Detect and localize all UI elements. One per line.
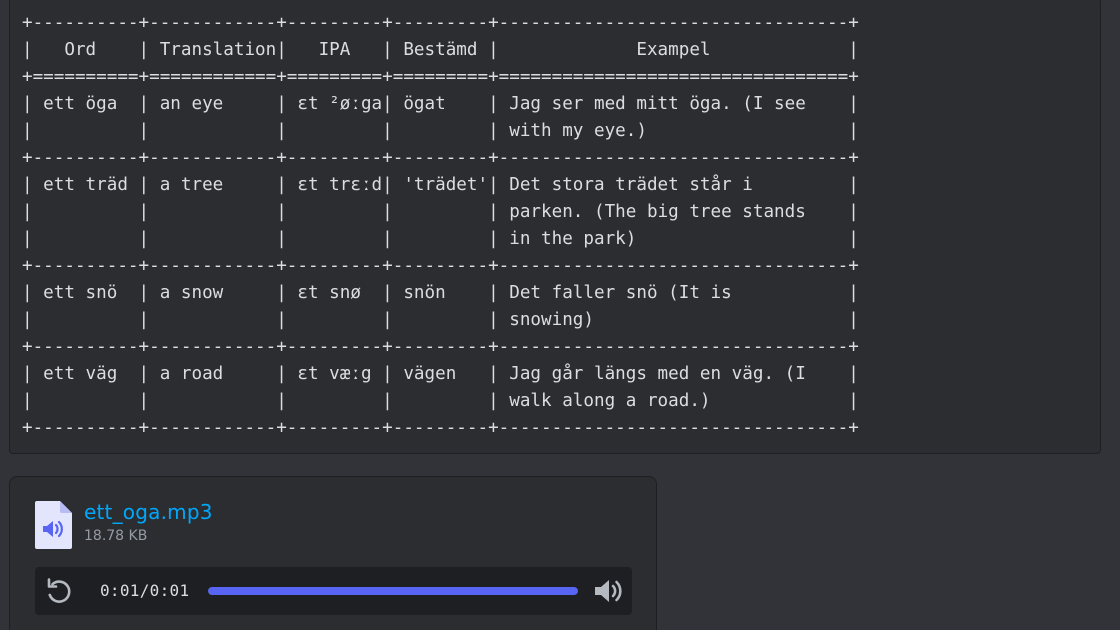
code-line: | ett snö | a snow | ɛt snø | snön | Det… [22,283,859,303]
file-name-link[interactable]: ett_oga.mp3 [84,500,213,524]
audio-file-icon[interactable] [35,501,72,549]
code-line: | | | | | with my eye.) | [22,121,859,141]
code-line: | ett väg | a road | ɛt væːg | vägen | J… [22,364,859,384]
progress-fill [208,587,578,595]
replay-icon[interactable] [43,575,75,607]
code-line: +----------+------------+---------+-----… [22,148,859,168]
time-display: 0:01/0:01 [100,581,190,600]
code-line: +----------+------------+---------+-----… [22,256,859,276]
volume-icon[interactable] [592,575,624,607]
progress-bar[interactable] [208,587,578,595]
code-line: +----------+------------+---------+-----… [22,13,859,33]
ascii-table: +----------+------------+---------+-----… [22,10,859,442]
chat-view: +----------+------------+---------+-----… [0,0,1120,630]
audio-player: 0:01/0:01 [35,567,632,615]
code-block: +----------+------------+---------+-----… [9,0,1101,454]
code-line: | ett öga | an eye | ɛt ²øːga| ögat | Ja… [22,94,859,114]
code-line: | ett träd | a tree | ɛt trɛːd| 'trädet'… [22,175,859,195]
code-line: | | | | | parken. (The big tree stands | [22,202,859,222]
code-line: | | | | | walk along a road.) | [22,391,859,411]
code-line: | Ord | Translation| IPA | Bestämd | Exa… [22,40,859,60]
code-line: +----------+------------+---------+-----… [22,337,859,357]
code-line: +----------+------------+---------+-----… [22,418,859,438]
code-line: +==========+============+=========+=====… [22,67,859,87]
code-line: | | | | | snowing) | [22,310,859,330]
file-size: 18.78 KB [84,528,148,544]
audio-attachment: ett_oga.mp3 18.78 KB 0:01/0:01 [9,476,657,630]
code-line: | | | | | in the park) | [22,229,859,249]
